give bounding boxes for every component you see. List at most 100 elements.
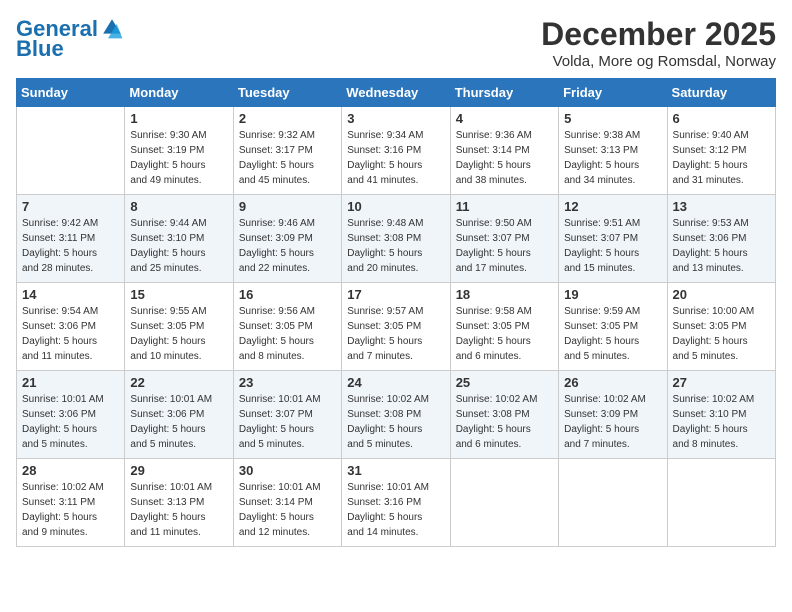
calendar-cell <box>559 459 667 547</box>
calendar-cell <box>17 107 125 195</box>
day-info: Sunrise: 9:44 AM Sunset: 3:10 PM Dayligh… <box>130 216 227 276</box>
day-info: Sunrise: 9:34 AM Sunset: 3:16 PM Dayligh… <box>347 128 444 188</box>
day-number: 4 <box>456 111 553 126</box>
calendar-cell <box>450 459 558 547</box>
day-info: Sunrise: 10:02 AM Sunset: 3:10 PM Daylig… <box>673 392 770 452</box>
calendar-cell: 22 Sunrise: 10:01 AM Sunset: 3:06 PM Dayl… <box>125 371 233 459</box>
calendar-cell: 25Sunrise: 10:02 AM Sunset: 3:08 PM Dayl… <box>450 371 558 459</box>
day-number: 29 <box>130 463 227 478</box>
calendar-cell: 16 Sunrise: 9:56 AM Sunset: 3:05 PM Dayli… <box>233 283 341 371</box>
day-info: Sunrise: 9:42 AM Sunset: 3:11 PM Dayligh… <box>22 216 119 276</box>
day-number: 7 <box>22 199 119 214</box>
calendar-cell: 10Sunrise: 9:48 AM Sunset: 3:08 PM Dayli… <box>342 195 450 283</box>
day-info: Sunrise: 9:54 AM Sunset: 3:06 PM Dayligh… <box>22 304 119 364</box>
calendar-cell: 13Sunrise: 9:53 AM Sunset: 3:06 PM Dayli… <box>667 195 775 283</box>
day-number: 3 <box>347 111 444 126</box>
day-number: 23 <box>239 375 336 390</box>
calendar-cell: 1 Sunrise: 9:30 AM Sunset: 3:19 PM Daylig… <box>125 107 233 195</box>
day-info: Sunrise: 9:51 AM Sunset: 3:07 PM Dayligh… <box>564 216 661 276</box>
day-info: Sunrise: 10:01 AM Sunset: 3:14 PM Daylig… <box>239 480 336 540</box>
calendar-cell: 20Sunrise: 10:00 AM Sunset: 3:05 PM Dayl… <box>667 283 775 371</box>
day-info: Sunrise: 9:58 AM Sunset: 3:05 PM Dayligh… <box>456 304 553 364</box>
day-number: 22 <box>130 375 227 390</box>
calendar-cell: 17 Sunrise: 9:57 AM Sunset: 3:05 PM Dayli… <box>342 283 450 371</box>
day-info: Sunrise: 9:53 AM Sunset: 3:06 PM Dayligh… <box>673 216 770 276</box>
calendar-cell: 7 Sunrise: 9:42 AM Sunset: 3:11 PM Daylig… <box>17 195 125 283</box>
day-info: Sunrise: 9:59 AM Sunset: 3:05 PM Dayligh… <box>564 304 661 364</box>
day-number: 1 <box>130 111 227 126</box>
calendar-cell <box>667 459 775 547</box>
day-number: 11 <box>456 199 553 214</box>
calendar-header-cell: Friday <box>559 79 667 107</box>
calendar-cell: 14 Sunrise: 9:54 AM Sunset: 3:06 PM Dayli… <box>17 283 125 371</box>
calendar-cell: 27 Sunrise: 10:02 AM Sunset: 3:10 PM Dayl… <box>667 371 775 459</box>
calendar-header-row: SundayMondayTuesdayWednesdayThursdayFrid… <box>17 79 776 107</box>
day-info: Sunrise: 10:01 AM Sunset: 3:16 PM Daylig… <box>347 480 444 540</box>
day-number: 30 <box>239 463 336 478</box>
month-title: December 2025 <box>541 16 776 53</box>
day-info: Sunrise: 9:30 AM Sunset: 3:19 PM Dayligh… <box>130 128 227 188</box>
day-info: Sunrise: 9:40 AM Sunset: 3:12 PM Dayligh… <box>673 128 770 188</box>
calendar-header-cell: Wednesday <box>342 79 450 107</box>
day-info: Sunrise: 9:32 AM Sunset: 3:17 PM Dayligh… <box>239 128 336 188</box>
calendar-cell: 19 Sunrise: 9:59 AM Sunset: 3:05 PM Dayli… <box>559 283 667 371</box>
calendar-cell: 12 Sunrise: 9:51 AM Sunset: 3:07 PM Dayli… <box>559 195 667 283</box>
calendar-cell: 24Sunrise: 10:02 AM Sunset: 3:08 PM Dayl… <box>342 371 450 459</box>
day-number: 16 <box>239 287 336 302</box>
calendar-header-cell: Thursday <box>450 79 558 107</box>
logo-icon <box>100 16 124 40</box>
calendar-cell: 9Sunrise: 9:46 AM Sunset: 3:09 PM Daylig… <box>233 195 341 283</box>
calendar-cell: 2Sunrise: 9:32 AM Sunset: 3:17 PM Daylig… <box>233 107 341 195</box>
day-info: Sunrise: 10:01 AM Sunset: 3:13 PM Daylig… <box>130 480 227 540</box>
calendar-cell: 30 Sunrise: 10:01 AM Sunset: 3:14 PM Dayl… <box>233 459 341 547</box>
day-info: Sunrise: 10:01 AM Sunset: 3:06 PM Daylig… <box>22 392 119 452</box>
day-number: 26 <box>564 375 661 390</box>
day-number: 6 <box>673 111 770 126</box>
day-number: 14 <box>22 287 119 302</box>
calendar-week-row: 7 Sunrise: 9:42 AM Sunset: 3:11 PM Daylig… <box>17 195 776 283</box>
calendar-header-cell: Tuesday <box>233 79 341 107</box>
logo-blue-text: Blue <box>16 36 64 61</box>
calendar-week-row: 28 Sunrise: 10:02 AM Sunset: 3:11 PM Dayl… <box>17 459 776 547</box>
calendar-week-row: 14 Sunrise: 9:54 AM Sunset: 3:06 PM Dayli… <box>17 283 776 371</box>
day-info: Sunrise: 10:02 AM Sunset: 3:11 PM Daylig… <box>22 480 119 540</box>
calendar-cell: 6 Sunrise: 9:40 AM Sunset: 3:12 PM Daylig… <box>667 107 775 195</box>
day-info: Sunrise: 9:56 AM Sunset: 3:05 PM Dayligh… <box>239 304 336 364</box>
day-info: Sunrise: 9:57 AM Sunset: 3:05 PM Dayligh… <box>347 304 444 364</box>
calendar-cell: 31 Sunrise: 10:01 AM Sunset: 3:16 PM Dayl… <box>342 459 450 547</box>
calendar-header-cell: Monday <box>125 79 233 107</box>
day-number: 24 <box>347 375 444 390</box>
calendar-header-cell: Saturday <box>667 79 775 107</box>
location: Volda, More og Romsdal, Norway <box>541 53 776 70</box>
calendar-cell: 5 Sunrise: 9:38 AM Sunset: 3:13 PM Daylig… <box>559 107 667 195</box>
day-number: 18 <box>456 287 553 302</box>
calendar-cell: 26 Sunrise: 10:02 AM Sunset: 3:09 PM Dayl… <box>559 371 667 459</box>
day-info: Sunrise: 10:02 AM Sunset: 3:08 PM Daylig… <box>456 392 553 452</box>
day-info: Sunrise: 10:01 AM Sunset: 3:06 PM Daylig… <box>130 392 227 452</box>
day-number: 15 <box>130 287 227 302</box>
day-number: 27 <box>673 375 770 390</box>
day-number: 31 <box>347 463 444 478</box>
day-number: 19 <box>564 287 661 302</box>
day-number: 28 <box>22 463 119 478</box>
calendar-cell: 28 Sunrise: 10:02 AM Sunset: 3:11 PM Dayl… <box>17 459 125 547</box>
day-info: Sunrise: 9:36 AM Sunset: 3:14 PM Dayligh… <box>456 128 553 188</box>
day-number: 17 <box>347 287 444 302</box>
day-info: Sunrise: 9:38 AM Sunset: 3:13 PM Dayligh… <box>564 128 661 188</box>
calendar-body: 1 Sunrise: 9:30 AM Sunset: 3:19 PM Daylig… <box>17 107 776 547</box>
day-number: 10 <box>347 199 444 214</box>
day-info: Sunrise: 9:50 AM Sunset: 3:07 PM Dayligh… <box>456 216 553 276</box>
day-number: 9 <box>239 199 336 214</box>
calendar-cell: 21Sunrise: 10:01 AM Sunset: 3:06 PM Dayl… <box>17 371 125 459</box>
day-info: Sunrise: 10:02 AM Sunset: 3:09 PM Daylig… <box>564 392 661 452</box>
calendar-week-row: 1 Sunrise: 9:30 AM Sunset: 3:19 PM Daylig… <box>17 107 776 195</box>
day-number: 12 <box>564 199 661 214</box>
day-number: 8 <box>130 199 227 214</box>
day-info: Sunrise: 9:55 AM Sunset: 3:05 PM Dayligh… <box>130 304 227 364</box>
day-number: 5 <box>564 111 661 126</box>
calendar-cell: 23Sunrise: 10:01 AM Sunset: 3:07 PM Dayl… <box>233 371 341 459</box>
calendar-cell: 18 Sunrise: 9:58 AM Sunset: 3:05 PM Dayli… <box>450 283 558 371</box>
calendar-week-row: 21Sunrise: 10:01 AM Sunset: 3:06 PM Dayl… <box>17 371 776 459</box>
calendar-cell: 8 Sunrise: 9:44 AM Sunset: 3:10 PM Daylig… <box>125 195 233 283</box>
calendar-cell: 29 Sunrise: 10:01 AM Sunset: 3:13 PM Dayl… <box>125 459 233 547</box>
